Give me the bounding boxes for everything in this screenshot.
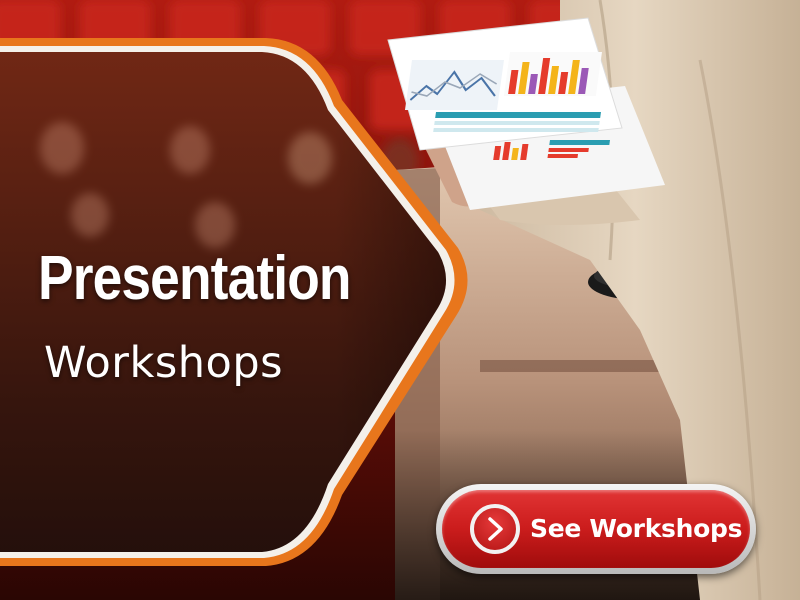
hero-subtitle: Workshops (44, 338, 284, 388)
cta-button-frame: See Workshops (436, 484, 756, 574)
chevron-right-icon (470, 504, 520, 554)
see-workshops-button[interactable]: See Workshops (442, 490, 750, 568)
promo-banner: Presentation Workshops See Workshops (0, 0, 800, 600)
hero-title: Presentation (38, 244, 352, 313)
see-workshops-label: See Workshops (530, 514, 743, 543)
